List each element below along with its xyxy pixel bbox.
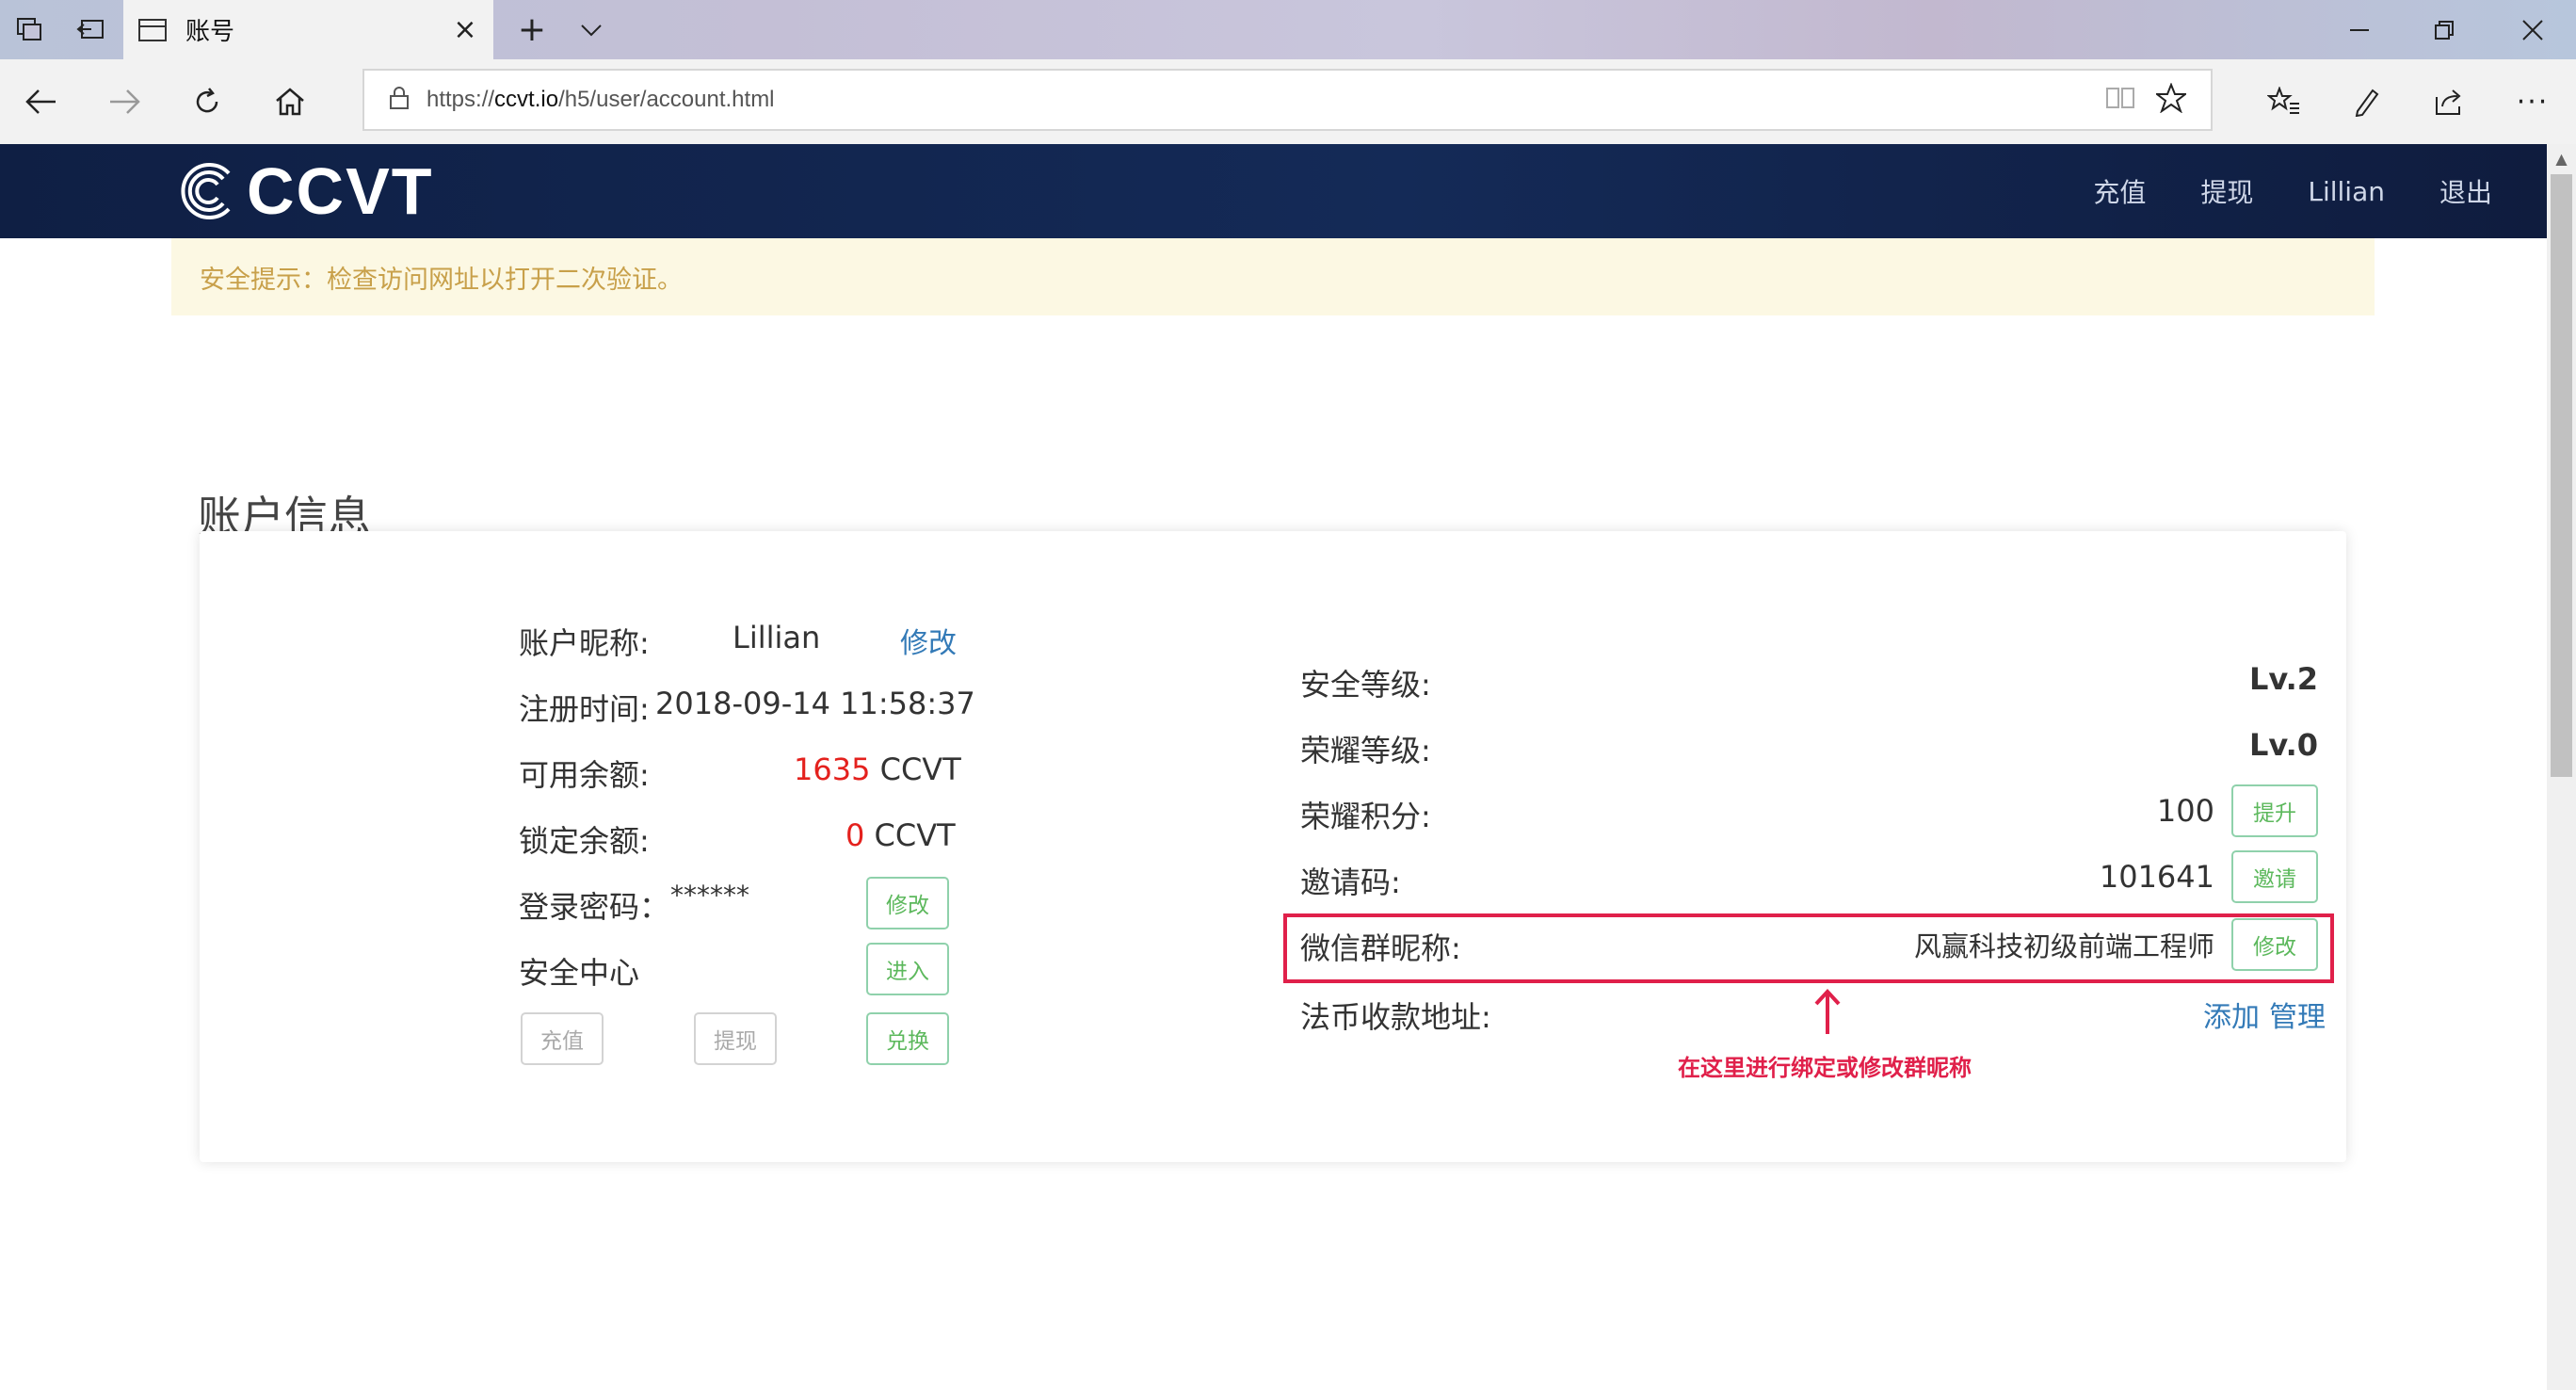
upgrade-button[interactable]: 提升: [2231, 784, 2318, 837]
security-level-value: Lv.2: [2248, 661, 2318, 697]
exchange-button[interactable]: 兑换: [866, 1012, 949, 1065]
security-center-label: 安全中心: [519, 955, 640, 991]
locked-balance-value: 0 CCVT: [845, 817, 956, 853]
tab-title: 账号: [185, 18, 235, 46]
security-level-label: 安全等级:: [1300, 667, 1431, 703]
available-balance-label: 可用余额:: [519, 757, 650, 793]
regtime-label: 注册时间:: [519, 691, 650, 727]
nav-recharge[interactable]: 充值: [2093, 172, 2146, 210]
honor-level-value: Lv.0: [2248, 727, 2318, 763]
wechat-nickname-label: 微信群昵称:: [1300, 930, 1461, 966]
minimize-icon[interactable]: [2318, 0, 2401, 59]
nav-logout[interactable]: 退出: [2439, 172, 2492, 210]
home-icon[interactable]: [252, 59, 328, 144]
annotation-arrow-icon: [1812, 989, 1843, 1040]
page-scrollbar[interactable]: ▲: [2547, 144, 2576, 1390]
recharge-button[interactable]: 充值: [521, 1012, 604, 1065]
logo-text: CCVT: [247, 154, 434, 228]
active-tab[interactable]: 账号 ×: [123, 0, 493, 59]
page-icon: [138, 18, 167, 41]
nickname-label: 账户昵称:: [519, 625, 650, 661]
address-bar-row: https://ccvt.io/h5/user/account.html ···: [0, 59, 2576, 145]
nav-username[interactable]: Lillian: [2308, 176, 2385, 207]
site-nav: 充值 提现 Lillian 退出: [2093, 144, 2547, 238]
enter-security-center-button[interactable]: 进入: [866, 943, 949, 995]
wechat-nickname-value: 风赢科技初级前端工程师: [1913, 930, 2214, 962]
share-icon[interactable]: [2412, 59, 2487, 144]
security-alert: 安全提示：检查访问网址以打开二次验证。: [171, 238, 2375, 315]
back-icon[interactable]: [4, 59, 79, 144]
pen-icon[interactable]: [2329, 59, 2405, 144]
more-icon[interactable]: ···: [2495, 59, 2570, 144]
edit-nickname-link[interactable]: 修改: [900, 620, 957, 661]
refresh-icon[interactable]: [169, 59, 245, 144]
url-field[interactable]: https://ccvt.io/h5/user/account.html: [362, 69, 2213, 131]
locked-balance-label: 锁定余额:: [519, 823, 650, 859]
annotation-text: 在这里进行绑定或修改群昵称: [1678, 1055, 1972, 1081]
regtime-value: 2018-09-14 11:58:37: [655, 686, 975, 721]
site-logo[interactable]: CCVT: [177, 154, 434, 228]
password-value: ******: [670, 880, 749, 911]
reading-view-icon[interactable]: [2105, 86, 2135, 114]
site-header: CCVT 充值 提现 Lillian 退出: [0, 144, 2547, 238]
restore-icon[interactable]: [2403, 0, 2486, 59]
forward-icon[interactable]: [87, 59, 162, 144]
edit-wechat-nickname-button[interactable]: 修改: [2231, 918, 2318, 971]
lock-icon: [389, 86, 410, 114]
add-fiat-address-link[interactable]: 添加: [2203, 994, 2260, 1035]
manage-fiat-address-link[interactable]: 管理: [2269, 994, 2326, 1035]
tab-list-chevron-icon[interactable]: [563, 0, 620, 59]
favorites-list-icon[interactable]: [2246, 59, 2322, 144]
ccvt-logo-icon: [181, 163, 231, 219]
nickname-value: Lillian: [733, 620, 821, 655]
honor-points-value: 100: [2156, 793, 2214, 829]
tab-actions-icon[interactable]: [2, 0, 58, 59]
favorite-star-icon[interactable]: [2154, 82, 2188, 117]
url-text: https://ccvt.io/h5/user/account.html: [427, 87, 775, 112]
browser-tab-bar: 账号 × +: [0, 0, 2576, 59]
honor-level-label: 荣耀等级:: [1300, 733, 1431, 768]
invite-code-label: 邀请码:: [1300, 865, 1401, 900]
fiat-address-label: 法币收款地址:: [1300, 999, 1491, 1035]
invite-code-value: 101641: [2099, 859, 2214, 895]
new-tab-icon[interactable]: +: [504, 0, 560, 59]
available-balance-value: 1635 CCVT: [794, 752, 961, 787]
window-close-icon[interactable]: [2491, 0, 2574, 59]
close-icon[interactable]: ×: [446, 13, 484, 46]
nav-withdraw[interactable]: 提现: [2200, 172, 2253, 210]
change-password-button[interactable]: 修改: [866, 877, 949, 929]
honor-points-label: 荣耀积分:: [1300, 799, 1431, 834]
set-aside-tabs-icon[interactable]: [62, 0, 119, 59]
withdraw-button[interactable]: 提现: [694, 1012, 777, 1065]
invite-button[interactable]: 邀请: [2231, 850, 2318, 903]
password-label: 登录密码：: [519, 889, 670, 925]
scroll-thumb[interactable]: [2551, 174, 2572, 777]
scroll-up-icon[interactable]: ▲: [2547, 144, 2576, 172]
